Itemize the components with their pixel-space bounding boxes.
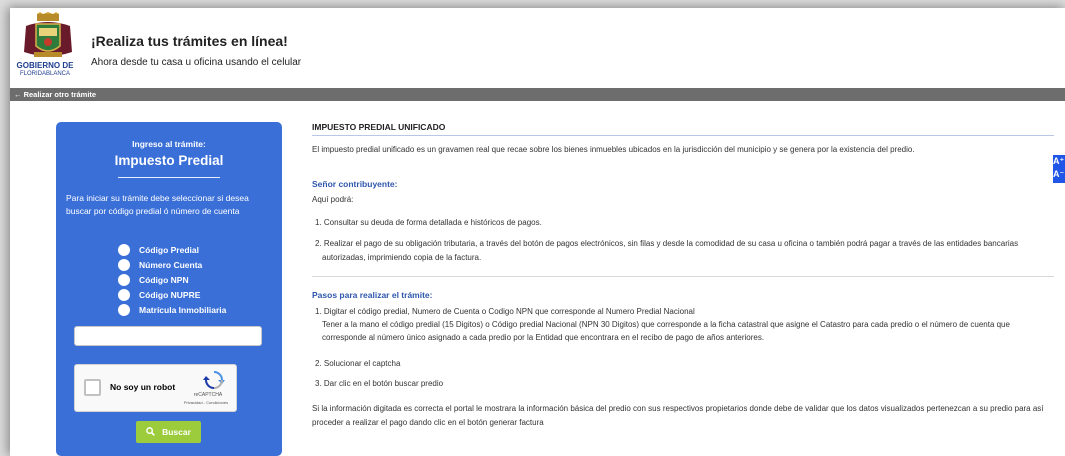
search-icon: [146, 426, 155, 438]
radio-matricula-inmobiliaria[interactable]: Matrícula Inmobiliaria: [118, 302, 226, 317]
card-divider: [118, 177, 220, 178]
logo-line1: GOBIERNO DE: [16, 61, 74, 70]
step-item: 1. Digitar el código predial, Numero de …: [315, 307, 695, 316]
radio-codigo-npn[interactable]: Código NPN: [118, 272, 226, 287]
procedure-card: Ingreso al trámite: Impuesto Predial Par…: [56, 122, 282, 456]
step-item: 3. Dar clic en el botón buscar predio: [315, 379, 444, 388]
list-item-continued: autorizadas, imprimiendo copia de la fac…: [322, 253, 482, 262]
radio-label: Código NPN: [139, 274, 189, 285]
logo-text: GOBIERNO DE FLORIDABLANCA: [12, 62, 78, 78]
aqui-text: Aquí podrá:: [312, 195, 354, 204]
radio-button[interactable]: [118, 303, 130, 316]
recaptcha-checkbox[interactable]: [84, 379, 101, 396]
section-title: IMPUESTO PREDIAL UNIFICADO: [312, 122, 446, 132]
closing-text: proceder a realizar el pago dando clic e…: [312, 418, 544, 427]
closing-text: Si la información digitada es correcta e…: [312, 404, 1044, 413]
search-type-radio-group: Código Predial Número Cuenta Código NPN …: [118, 242, 226, 317]
search-button-label: Buscar: [162, 427, 191, 437]
card-title: Impuesto Predial: [114, 153, 224, 168]
radio-label: Número Cuenta: [139, 259, 203, 270]
radio-label: Código NUPRE: [139, 289, 201, 300]
recaptcha-label: No soy un robot: [110, 382, 176, 392]
card-kicker: Ingreso al trámite:: [132, 139, 206, 149]
font-increase-icon[interactable]: A⁺: [1053, 155, 1064, 168]
radio-numero-cuenta[interactable]: Número Cuenta: [118, 257, 226, 272]
browser-frame: GOBIERNO DE FLORIDABLANCA ¡Realiza tus t…: [10, 8, 1065, 456]
radio-label: Código Predial: [139, 244, 199, 255]
step-item: 2. Solucionar el captcha: [315, 359, 401, 368]
search-input[interactable]: [74, 326, 262, 346]
radio-button[interactable]: [118, 258, 130, 271]
steps-heading: Pasos para realizar el trámite:: [312, 290, 433, 300]
page-title: ¡Realiza tus trámites en línea!: [91, 33, 288, 49]
list-item: 2. Realizar el pago de su obligación tri…: [315, 239, 1019, 248]
font-decrease-icon[interactable]: A⁻: [1053, 168, 1064, 181]
back-link[interactable]: ← Realizar otro trámite: [14, 90, 96, 99]
step-detail: Tener a la mano el código predial (15 Di…: [322, 320, 1010, 329]
radio-button[interactable]: [118, 288, 130, 301]
radio-codigo-nupre[interactable]: Código NUPRE: [118, 287, 226, 302]
recaptcha-widget: No soy un robot reCAPTCHA Privacidad - C…: [74, 364, 237, 412]
search-button[interactable]: Buscar: [136, 421, 201, 443]
contrib-heading: Señor contribuyente:: [312, 179, 398, 189]
section-divider: [312, 135, 1054, 136]
page-subtitle: Ahora desde tu casa u oficina usando el …: [91, 57, 302, 68]
intro-text: El impuesto predial unificado es un grav…: [312, 145, 915, 154]
font-size-toggle[interactable]: A⁺ A⁻: [1053, 155, 1065, 183]
radio-button[interactable]: [118, 243, 130, 256]
logo-line2: FLORIDABLANCA: [19, 71, 70, 77]
radio-button[interactable]: [118, 273, 130, 286]
divider: [312, 276, 1054, 277]
radio-codigo-predial[interactable]: Código Predial: [118, 242, 226, 257]
info-panel: IMPUESTO PREDIAL UNIFICADO El impuesto p…: [312, 8, 1062, 456]
list-item: 1. Consultar su deuda de forma detallada…: [315, 218, 542, 227]
recaptcha-brand: reCAPTCHA: [193, 392, 223, 398]
recaptcha-links[interactable]: Privacidad - Condiciones: [175, 400, 237, 405]
recaptcha-icon: [203, 371, 225, 389]
step-detail: corresponde al número único asignado a c…: [322, 333, 765, 342]
radio-label: Matrícula Inmobiliaria: [139, 304, 227, 315]
card-description: Para iniciar su trámite debe seleccionar…: [66, 193, 249, 216]
